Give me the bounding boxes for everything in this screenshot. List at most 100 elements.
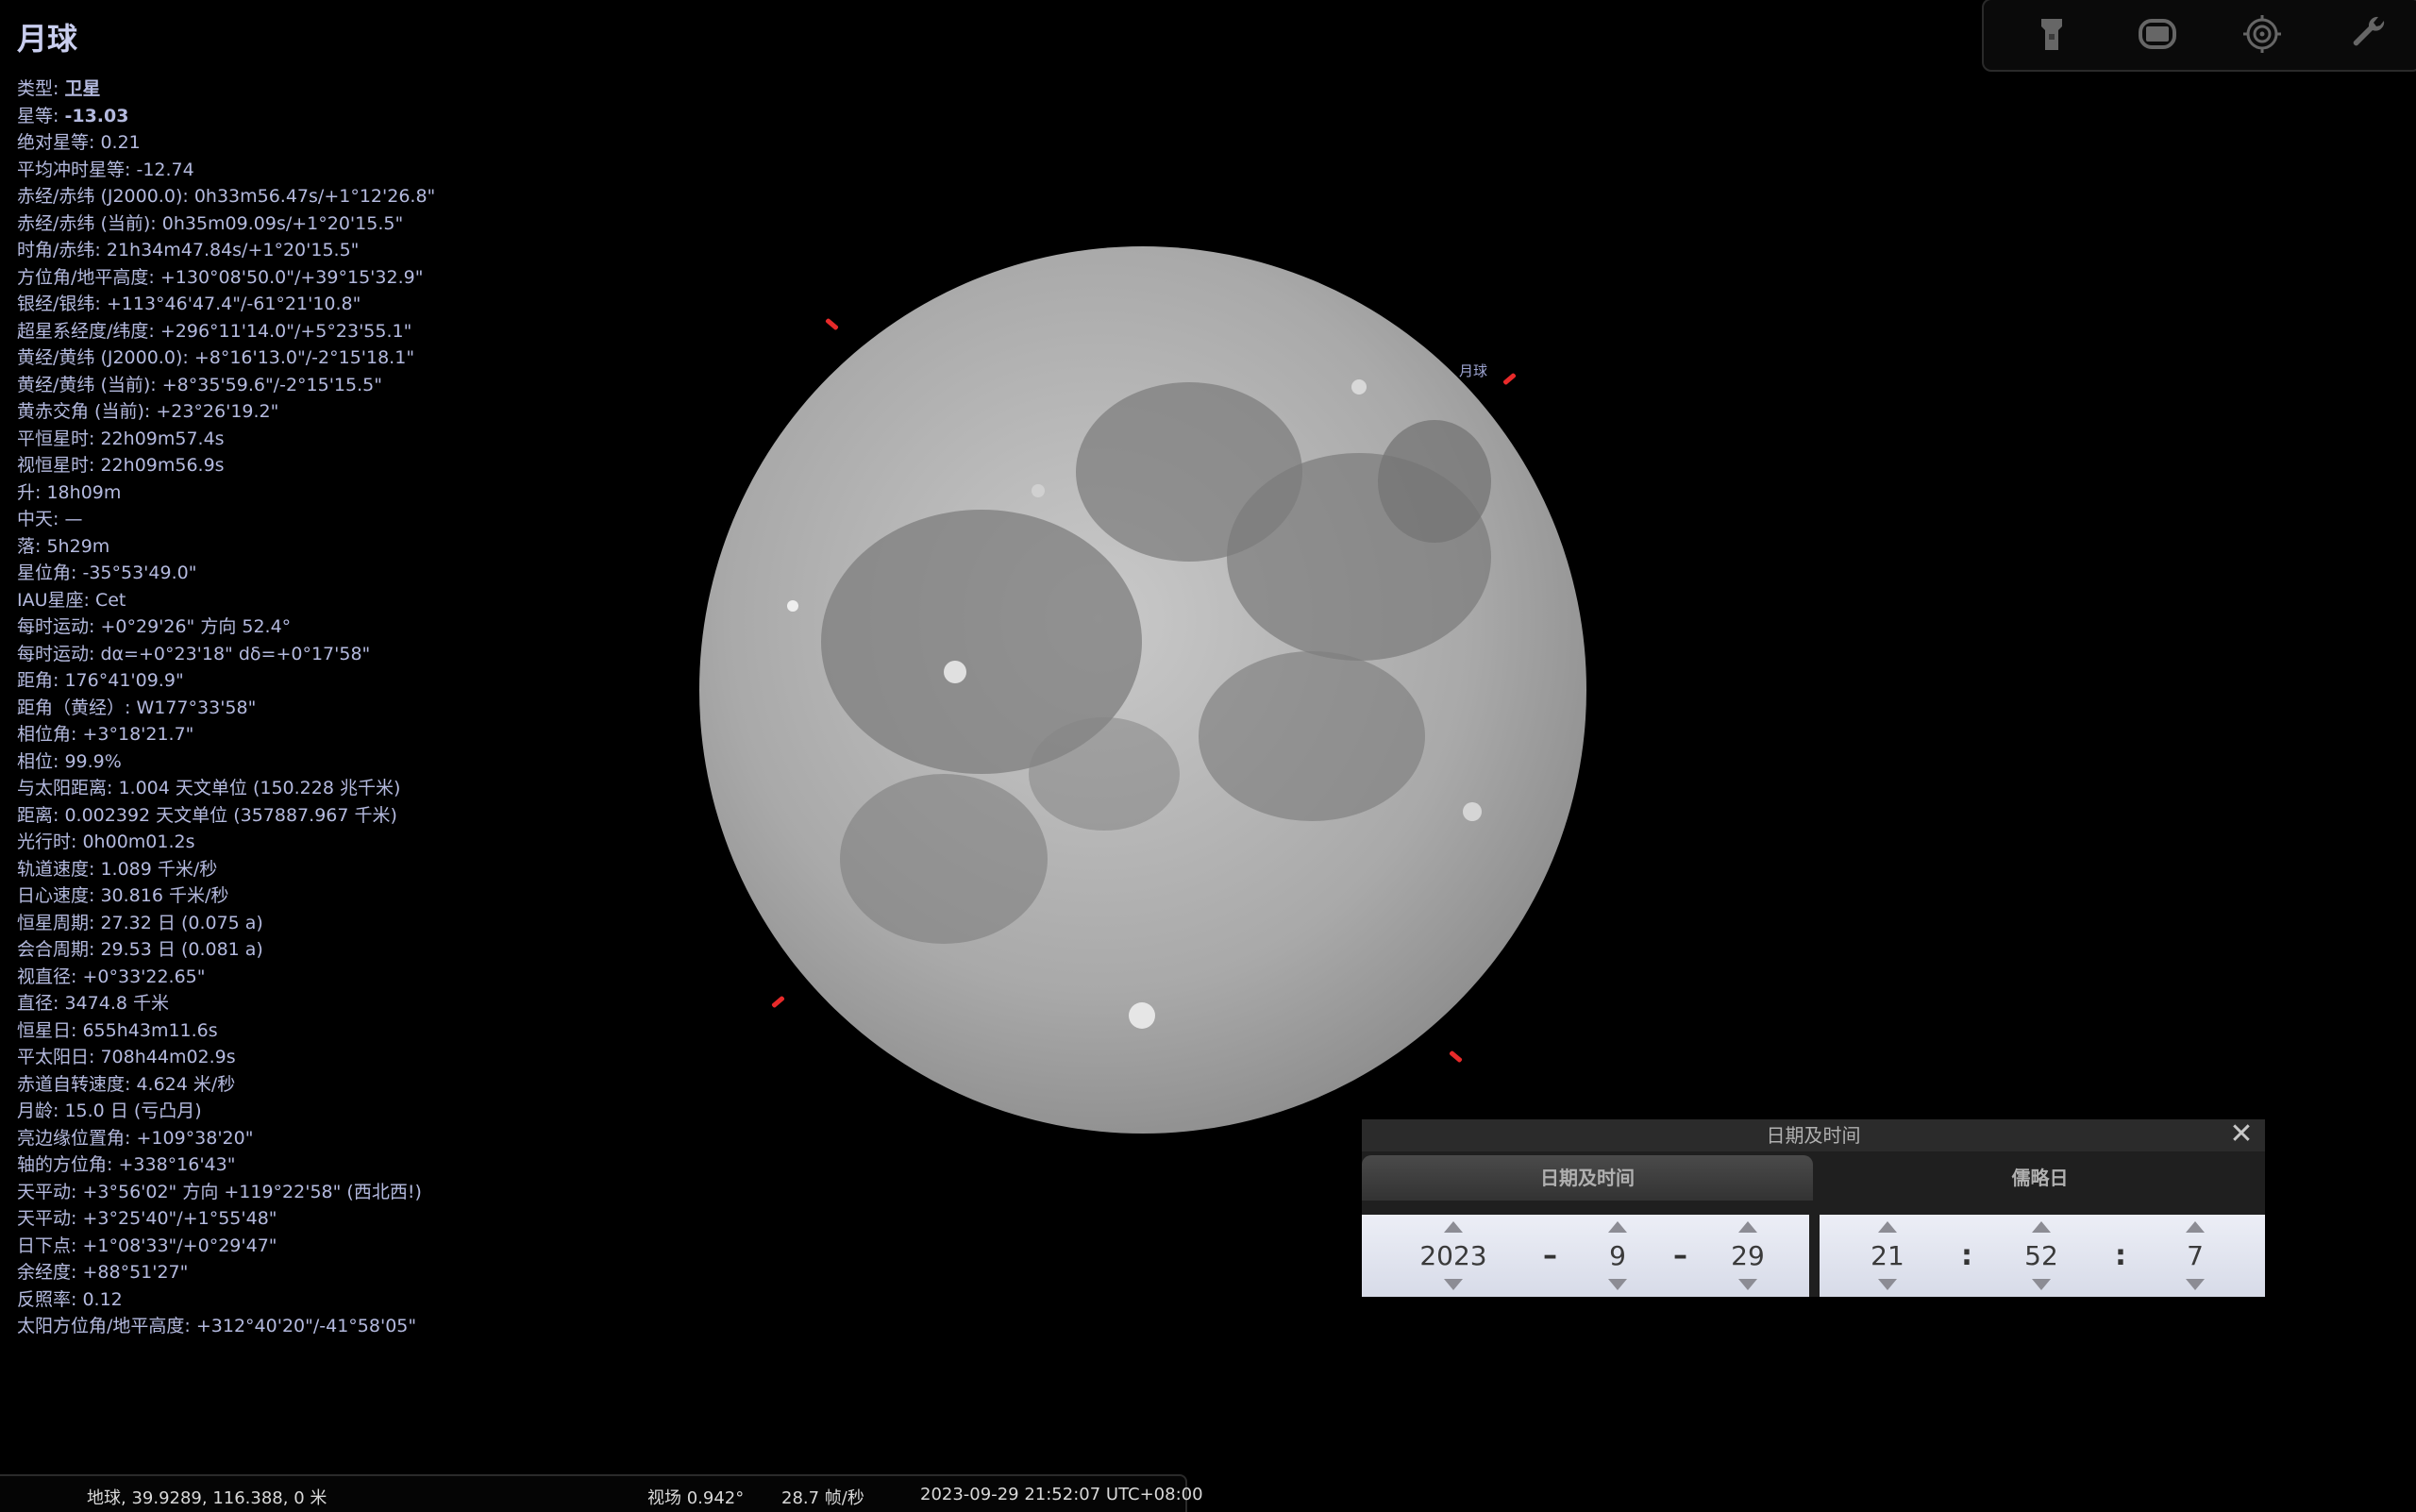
info-value: +130°08'50.0"/+39°15'32.9" xyxy=(159,266,424,288)
info-value: 0.12 xyxy=(82,1288,123,1310)
info-label: 平太阳日 xyxy=(17,1047,90,1067)
info-line: 平太阳日: 708h44m02.9s xyxy=(17,1047,236,1067)
info-value: 22h09m57.4s xyxy=(100,428,225,449)
info-label: 赤经/赤纬 (当前) xyxy=(17,212,151,234)
hour-spinbox[interactable]: 21 xyxy=(1850,1215,1925,1297)
info-value: +0°33'22.65" xyxy=(82,966,206,987)
minute-up-arrow-icon[interactable] xyxy=(2032,1221,2051,1233)
info-label: 余经度 xyxy=(17,1262,72,1283)
info-line: 每时运动: +0°29'26" 方向 52.4° xyxy=(17,616,292,637)
info-label: 太阳方位角/地平高度 xyxy=(17,1316,185,1336)
info-value: 22h09m56.9s xyxy=(100,455,225,476)
hour-value[interactable]: 21 xyxy=(1850,1241,1925,1271)
info-line: 直径: 3474.8 千米 xyxy=(17,993,169,1014)
hour-down-arrow-icon[interactable] xyxy=(1878,1279,1897,1290)
info-value: -13.03 xyxy=(64,105,129,126)
date-separator: – xyxy=(1673,1239,1687,1272)
flashlight-icon[interactable] xyxy=(2031,13,2072,55)
info-line: 黄经/黄纬 (当前): +8°35'59.6"/-2°15'15.5" xyxy=(17,374,382,395)
tab-datetime[interactable]: 日期及时间 xyxy=(1362,1155,1813,1201)
month-up-arrow-icon[interactable] xyxy=(1608,1221,1627,1233)
close-icon[interactable]: ✕ xyxy=(2227,1120,2256,1150)
object-info-list: 类型: 卫星 星等: -13.03 绝对星等: 0.21 平均冲时星等: -12.74… xyxy=(17,76,435,1340)
status-location[interactable]: 地球, 39.9289, 116.388, 0 米 xyxy=(87,1485,327,1509)
second-value[interactable]: 7 xyxy=(2157,1241,2233,1271)
info-label: 轨道速度 xyxy=(17,858,90,880)
time-panel: 21 : 52 : 7 xyxy=(1820,1215,2265,1297)
info-value: dα=+0°23'18" dδ=+0°17'58" xyxy=(100,643,371,664)
info-line: 落: 5h29m xyxy=(17,535,110,557)
day-down-arrow-icon[interactable] xyxy=(1738,1279,1757,1290)
info-value: -35°53'49.0" xyxy=(82,563,197,583)
info-label: 平均冲时星等 xyxy=(17,159,126,180)
second-spinbox[interactable]: 7 xyxy=(2157,1215,2233,1297)
info-label: 恒星日 xyxy=(17,1019,72,1041)
month-value[interactable]: 9 xyxy=(1580,1241,1655,1271)
info-value: +8°35'59.6"/-2°15'15.5" xyxy=(161,374,382,395)
info-value: 0h35m09.09s/+1°20'15.5" xyxy=(161,212,404,234)
info-line: 日心速度: 30.816 千米/秒 xyxy=(17,885,229,906)
info-value: +8°16'13.0"/-2°15'18.1" xyxy=(193,347,415,368)
info-label: 直径 xyxy=(17,993,54,1014)
time-separator: : xyxy=(1961,1239,1972,1272)
minute-value[interactable]: 52 xyxy=(2004,1241,2079,1271)
info-line: 恒星日: 655h43m11.6s xyxy=(17,1019,218,1041)
info-value: 27.32 日 (0.075 a) xyxy=(100,912,263,933)
hour-up-arrow-icon[interactable] xyxy=(1878,1221,1897,1233)
info-value: +0°29'26" 方向 52.4° xyxy=(100,616,292,637)
year-spinbox[interactable]: 2023 xyxy=(1416,1215,1491,1297)
datetime-dialog-title[interactable]: 日期及时间 xyxy=(1362,1119,2265,1151)
info-line: 反照率: 0.12 xyxy=(17,1288,123,1310)
info-line: 黄经/黄纬 (J2000.0): +8°16'13.0"/-2°15'18.1" xyxy=(17,347,415,368)
target-icon[interactable] xyxy=(2241,13,2283,55)
info-label: 平恒星时 xyxy=(17,428,90,449)
info-value: 0h33m56.47s/+1°12'26.8" xyxy=(193,186,436,207)
status-datetime[interactable]: 2023-09-29 21:52:07 UTC+08:00 xyxy=(920,1485,1203,1504)
info-value: +296°11'14.0"/+5°23'55.1" xyxy=(159,320,412,342)
info-label: 时角/赤纬 xyxy=(17,240,95,260)
day-up-arrow-icon[interactable] xyxy=(1738,1221,1757,1233)
info-value: 5h29m xyxy=(46,535,110,557)
year-down-arrow-icon[interactable] xyxy=(1444,1279,1463,1290)
info-line: 视恒星时: 22h09m56.9s xyxy=(17,455,225,476)
info-line: 赤经/赤纬 (J2000.0): 0h33m56.47s/+1°12'26.8" xyxy=(17,186,436,207)
year-up-arrow-icon[interactable] xyxy=(1444,1221,1463,1233)
info-value: 4.624 米/秒 xyxy=(136,1073,236,1095)
month-down-arrow-icon[interactable] xyxy=(1608,1279,1627,1290)
info-line: 银经/银纬: +113°46'47.4"/-61°21'10.8" xyxy=(17,294,361,314)
info-line: 距离: 0.002392 天文单位 (357887.967 千米) xyxy=(17,804,397,826)
info-line: 中天: — xyxy=(17,509,83,529)
second-up-arrow-icon[interactable] xyxy=(2186,1221,2205,1233)
info-label: 超星系经度/纬度 xyxy=(17,320,149,342)
info-line: 超星系经度/纬度: +296°11'14.0"/+5°23'55.1" xyxy=(17,320,412,342)
info-value: 708h44m02.9s xyxy=(100,1047,236,1067)
day-value[interactable]: 29 xyxy=(1710,1241,1786,1271)
info-line: 光行时: 0h00m01.2s xyxy=(17,832,195,852)
info-line: 轨道速度: 1.089 千米/秒 xyxy=(17,858,218,880)
info-label: 赤道自转速度 xyxy=(17,1073,126,1095)
year-value[interactable]: 2023 xyxy=(1416,1241,1491,1271)
info-line: IAU星座: Cet xyxy=(17,589,126,611)
info-value: +113°46'47.4"/-61°21'10.8" xyxy=(106,294,361,314)
screen-icon[interactable] xyxy=(2137,13,2178,55)
info-value: W177°33'58" xyxy=(136,697,257,718)
tab-julian-day[interactable]: 儒略日 xyxy=(1815,1155,2265,1201)
minute-spinbox[interactable]: 52 xyxy=(2004,1215,2079,1297)
info-value: -12.74 xyxy=(136,159,194,180)
datetime-dialog: 日期及时间 ✕ 日期及时间 儒略日 2023 – 9 – 29 21 : 52 … xyxy=(1362,1119,2265,1297)
month-spinbox[interactable]: 9 xyxy=(1580,1215,1655,1297)
moon-image[interactable] xyxy=(698,245,1588,1135)
info-value: 176°41'09.9" xyxy=(64,670,184,691)
info-line: 星等: -13.03 xyxy=(17,105,129,126)
info-label: 光行时 xyxy=(17,832,72,852)
minute-down-arrow-icon[interactable] xyxy=(2032,1279,2051,1290)
second-down-arrow-icon[interactable] xyxy=(2186,1279,2205,1290)
wrench-icon[interactable] xyxy=(2348,13,2390,55)
info-value: 655h43m11.6s xyxy=(82,1019,218,1041)
info-label: 每时运动 xyxy=(17,616,90,637)
day-spinbox[interactable]: 29 xyxy=(1710,1215,1786,1297)
info-value: +312°40'20"/-41°58'05" xyxy=(195,1316,417,1336)
info-label: 视直径 xyxy=(17,966,72,987)
info-label: 中天 xyxy=(17,509,54,529)
info-label: 亮边缘位置角 xyxy=(17,1127,126,1149)
